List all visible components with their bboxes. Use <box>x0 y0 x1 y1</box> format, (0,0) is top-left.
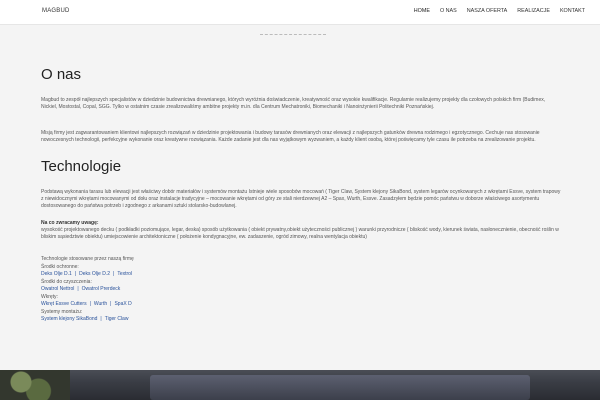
technologies-paragraph: Podstawą wykonania tarasu lub elewacji j… <box>41 189 561 209</box>
separator: | <box>100 316 102 322</box>
group-head-cleaning: Środki do czyszczenia: <box>41 278 92 285</box>
attention-text: wysokość projektowanego decku ( podkładk… <box>41 227 559 240</box>
link-deks-olje-d1[interactable]: Deks Olje D.1 <box>41 271 72 277</box>
group-items-screws: Wkręt Essve Cutters | Wurth | SpaX D <box>41 301 341 309</box>
link-wurth[interactable]: Wurth <box>94 301 107 307</box>
plant-image <box>0 370 70 400</box>
group-head-mounting: Systemy montażu: <box>41 308 83 315</box>
nav-nasza-oferta[interactable]: NASZA OFERTA <box>462 8 513 15</box>
about-title: O nas <box>41 66 82 83</box>
top-navbar: MAGBUD HOME O NAS NASZA OFERTA REALIZACJ… <box>0 0 600 25</box>
group-items-cleaning: Owatrol Nettrol | Owatrol Prerdeck <box>41 286 341 294</box>
link-owatrol-nettrol[interactable]: Owatrol Nettrol <box>41 286 74 292</box>
list-intro: Technologie stosowane przez naszą firmę <box>41 256 134 262</box>
separator: | <box>77 286 79 292</box>
nav-home[interactable]: HOME <box>409 8 435 15</box>
link-essve-cutters[interactable]: Wkręt Essve Cutters <box>41 301 87 307</box>
section-divider <box>260 34 326 35</box>
about-paragraph-2: Misją firmy jest zagwarantowaniem klient… <box>41 130 540 143</box>
main-nav: HOME O NAS NASZA OFERTA REALIZACJE KONTA… <box>409 8 590 15</box>
attention-label: Na co zwracamy uwagę: <box>41 220 99 226</box>
about-paragraph-1: Magbud to zespół najlepszych specjalistó… <box>41 97 546 110</box>
link-spax-d[interactable]: SpaX D <box>114 301 131 307</box>
link-textrol[interactable]: Textrol <box>117 271 132 277</box>
link-sikabond[interactable]: System klejony SikaBond <box>41 316 97 322</box>
nav-kontakt[interactable]: KONTAKT <box>555 8 590 15</box>
attention-block: Na co zwracamy uwagę: wysokość projektow… <box>41 220 561 241</box>
group-items-mounting: System klejony SikaBond | Tiger Claw <box>41 316 341 324</box>
nav-realizacje[interactable]: REALIZACJE <box>512 8 555 15</box>
brand-logo[interactable]: MAGBUD <box>42 8 70 14</box>
footer-photo <box>0 370 600 400</box>
technologies-list: Technologie stosowane przez naszą firmę … <box>41 256 341 324</box>
nav-o-nas[interactable]: O NAS <box>435 8 462 15</box>
link-owatrol-prerdeck[interactable]: Owatrol Prerdeck <box>82 286 121 292</box>
sofa-image <box>150 375 530 400</box>
technologies-title: Technologie <box>41 158 122 175</box>
group-head-screws: Wkręty: <box>41 293 58 300</box>
group-head-protection: Środki ochronne: <box>41 263 79 270</box>
group-items-protection: Deks Olje D.1 | Deks Olje D.2 | Textrol <box>41 271 341 279</box>
link-tiger-claw[interactable]: Tiger Claw <box>105 316 129 322</box>
link-deks-olje-d2[interactable]: Deks Olje D.2 <box>79 271 110 277</box>
separator: | <box>89 301 91 307</box>
